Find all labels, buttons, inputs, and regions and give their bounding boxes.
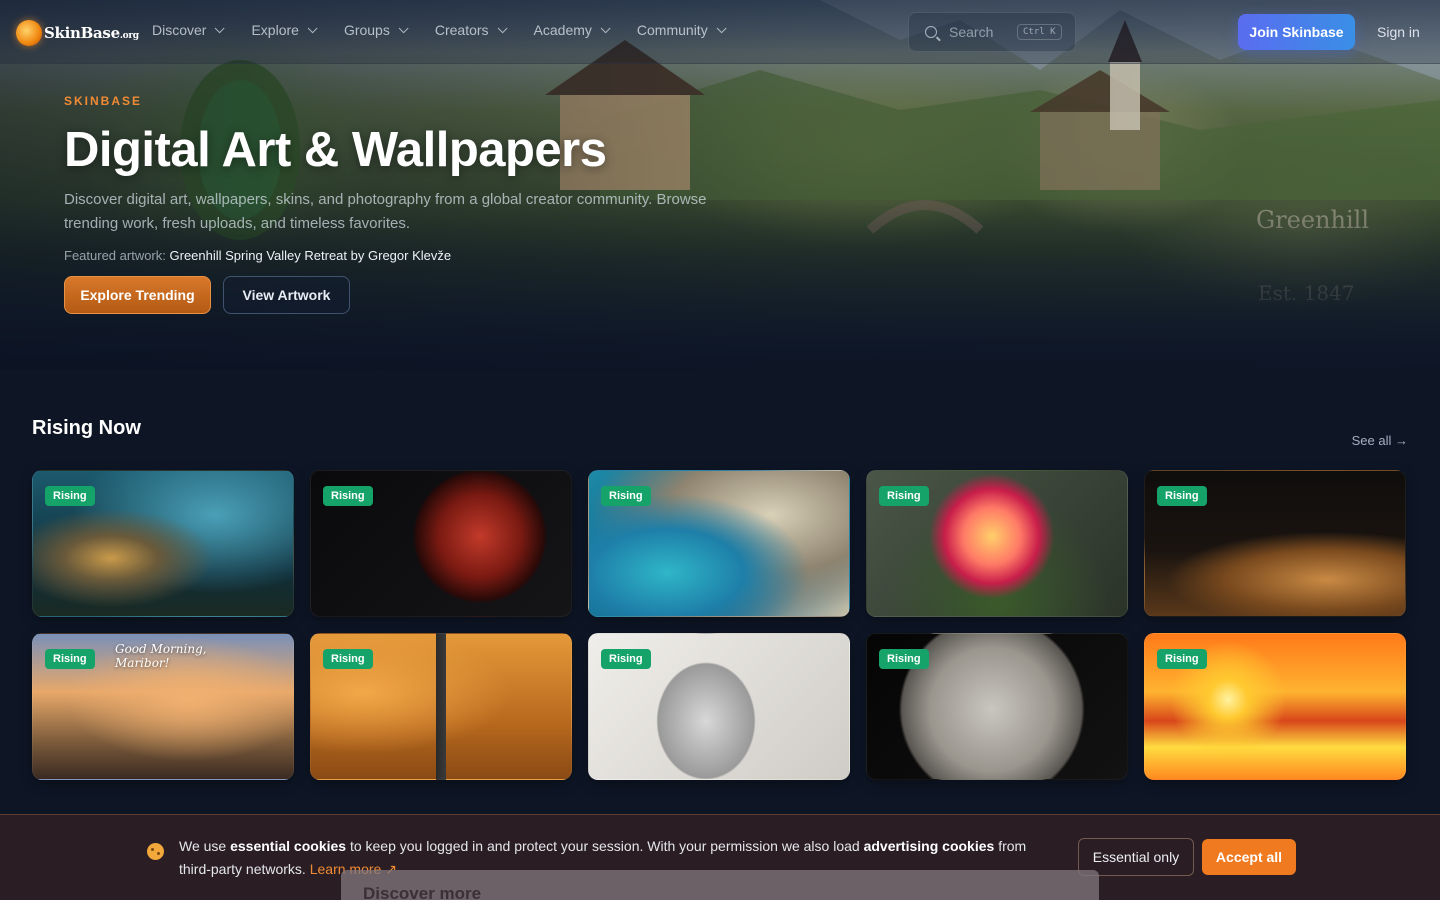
chevron-down-icon [398, 22, 409, 33]
explore-trending-button[interactable]: Explore Trending [64, 276, 211, 314]
sign-in-link[interactable]: Sign in [1377, 24, 1420, 40]
rising-badge: Rising [879, 486, 929, 506]
hero-actions: Explore Trending View Artwork [64, 276, 350, 314]
cookie-icon [147, 843, 164, 860]
search-box[interactable]: Ctrl K [908, 12, 1076, 52]
nav-discover[interactable]: Discover [152, 22, 226, 38]
artwork-card-moon[interactable]: Rising [866, 633, 1128, 780]
join-button[interactable]: Join Skinbase [1238, 14, 1355, 50]
see-all-link[interactable]: See all → [1352, 433, 1408, 448]
rising-badge: Rising [601, 486, 651, 506]
hero-content: SKINBASE Digital Art & Wallpapers Discov… [64, 94, 764, 263]
featured-artwork-author[interactable]: Gregor Klevže [368, 248, 451, 263]
artwork-card-pencil-portrait[interactable]: Rising [588, 633, 850, 780]
view-artwork-button[interactable]: View Artwork [223, 276, 350, 314]
artwork-card-rose[interactable]: Rising [866, 470, 1128, 617]
rising-badge: Rising [1157, 649, 1207, 669]
top-navbar: SkinBase.org Discover Explore Groups Cre… [0, 0, 1440, 64]
artwork-card-coastline[interactable]: Rising [588, 470, 850, 617]
site-logo[interactable]: SkinBase.org [16, 16, 139, 50]
featured-artwork-credit: Featured artwork: Greenhill Spring Valle… [64, 248, 452, 263]
chevron-down-icon [307, 22, 318, 33]
nav-community[interactable]: Community [637, 22, 727, 38]
discover-more-panel[interactable]: Discover more [341, 870, 1099, 900]
search-input[interactable] [949, 24, 1013, 40]
chevron-down-icon [716, 22, 727, 33]
logo-flame-icon [16, 20, 42, 46]
search-icon [925, 26, 937, 38]
chevron-down-icon [600, 22, 611, 33]
accept-all-button[interactable]: Accept all [1202, 839, 1296, 875]
artwork-overlay-text: Good Morning, Maribor! [115, 642, 207, 670]
artwork-card-sand-dune[interactable]: Rising [1144, 470, 1406, 617]
rising-badge: Rising [45, 486, 95, 506]
artwork-card-desert-road[interactable]: Rising [310, 633, 572, 780]
hero-title: Digital Art & Wallpapers [64, 123, 607, 177]
logo-text: SkinBase.org [44, 24, 139, 42]
nav-creators[interactable]: Creators [435, 22, 508, 38]
artwork-card-submarine[interactable]: Rising [32, 470, 294, 617]
rising-badge: Rising [323, 649, 373, 669]
nav-groups[interactable]: Groups [344, 22, 409, 38]
rising-grid: Rising Rising Rising Rising Rising Risin… [32, 470, 1408, 780]
nav-academy[interactable]: Academy [534, 22, 611, 38]
chevron-down-icon [497, 22, 508, 33]
main-nav: Discover Explore Groups Creators Academy… [152, 22, 753, 38]
greenhill-sign-text: Greenhill [1256, 206, 1369, 234]
rising-badge: Rising [879, 649, 929, 669]
rising-badge: Rising [601, 649, 651, 669]
est-sign-text: Est. 1847 [1258, 281, 1355, 305]
hero-description: Discover digital art, wallpapers, skins,… [64, 191, 707, 232]
artwork-card-red-planet[interactable]: Rising [310, 470, 572, 617]
nav-explore[interactable]: Explore [251, 22, 318, 38]
rising-now-heading: Rising Now [32, 417, 141, 439]
artwork-card-maribor[interactable]: Rising Good Morning, Maribor! [32, 633, 294, 780]
rising-badge: Rising [1157, 486, 1207, 506]
featured-artwork-title[interactable]: Greenhill Spring Valley Retreat [170, 248, 348, 263]
rising-badge: Rising [45, 649, 95, 669]
search-shortcut-hint: Ctrl K [1017, 24, 1062, 40]
artwork-card-tropical-sunset[interactable]: Rising [1144, 633, 1406, 780]
chevron-down-icon [215, 22, 226, 33]
hero-eyebrow: SKINBASE [64, 94, 143, 108]
rising-badge: Rising [323, 486, 373, 506]
